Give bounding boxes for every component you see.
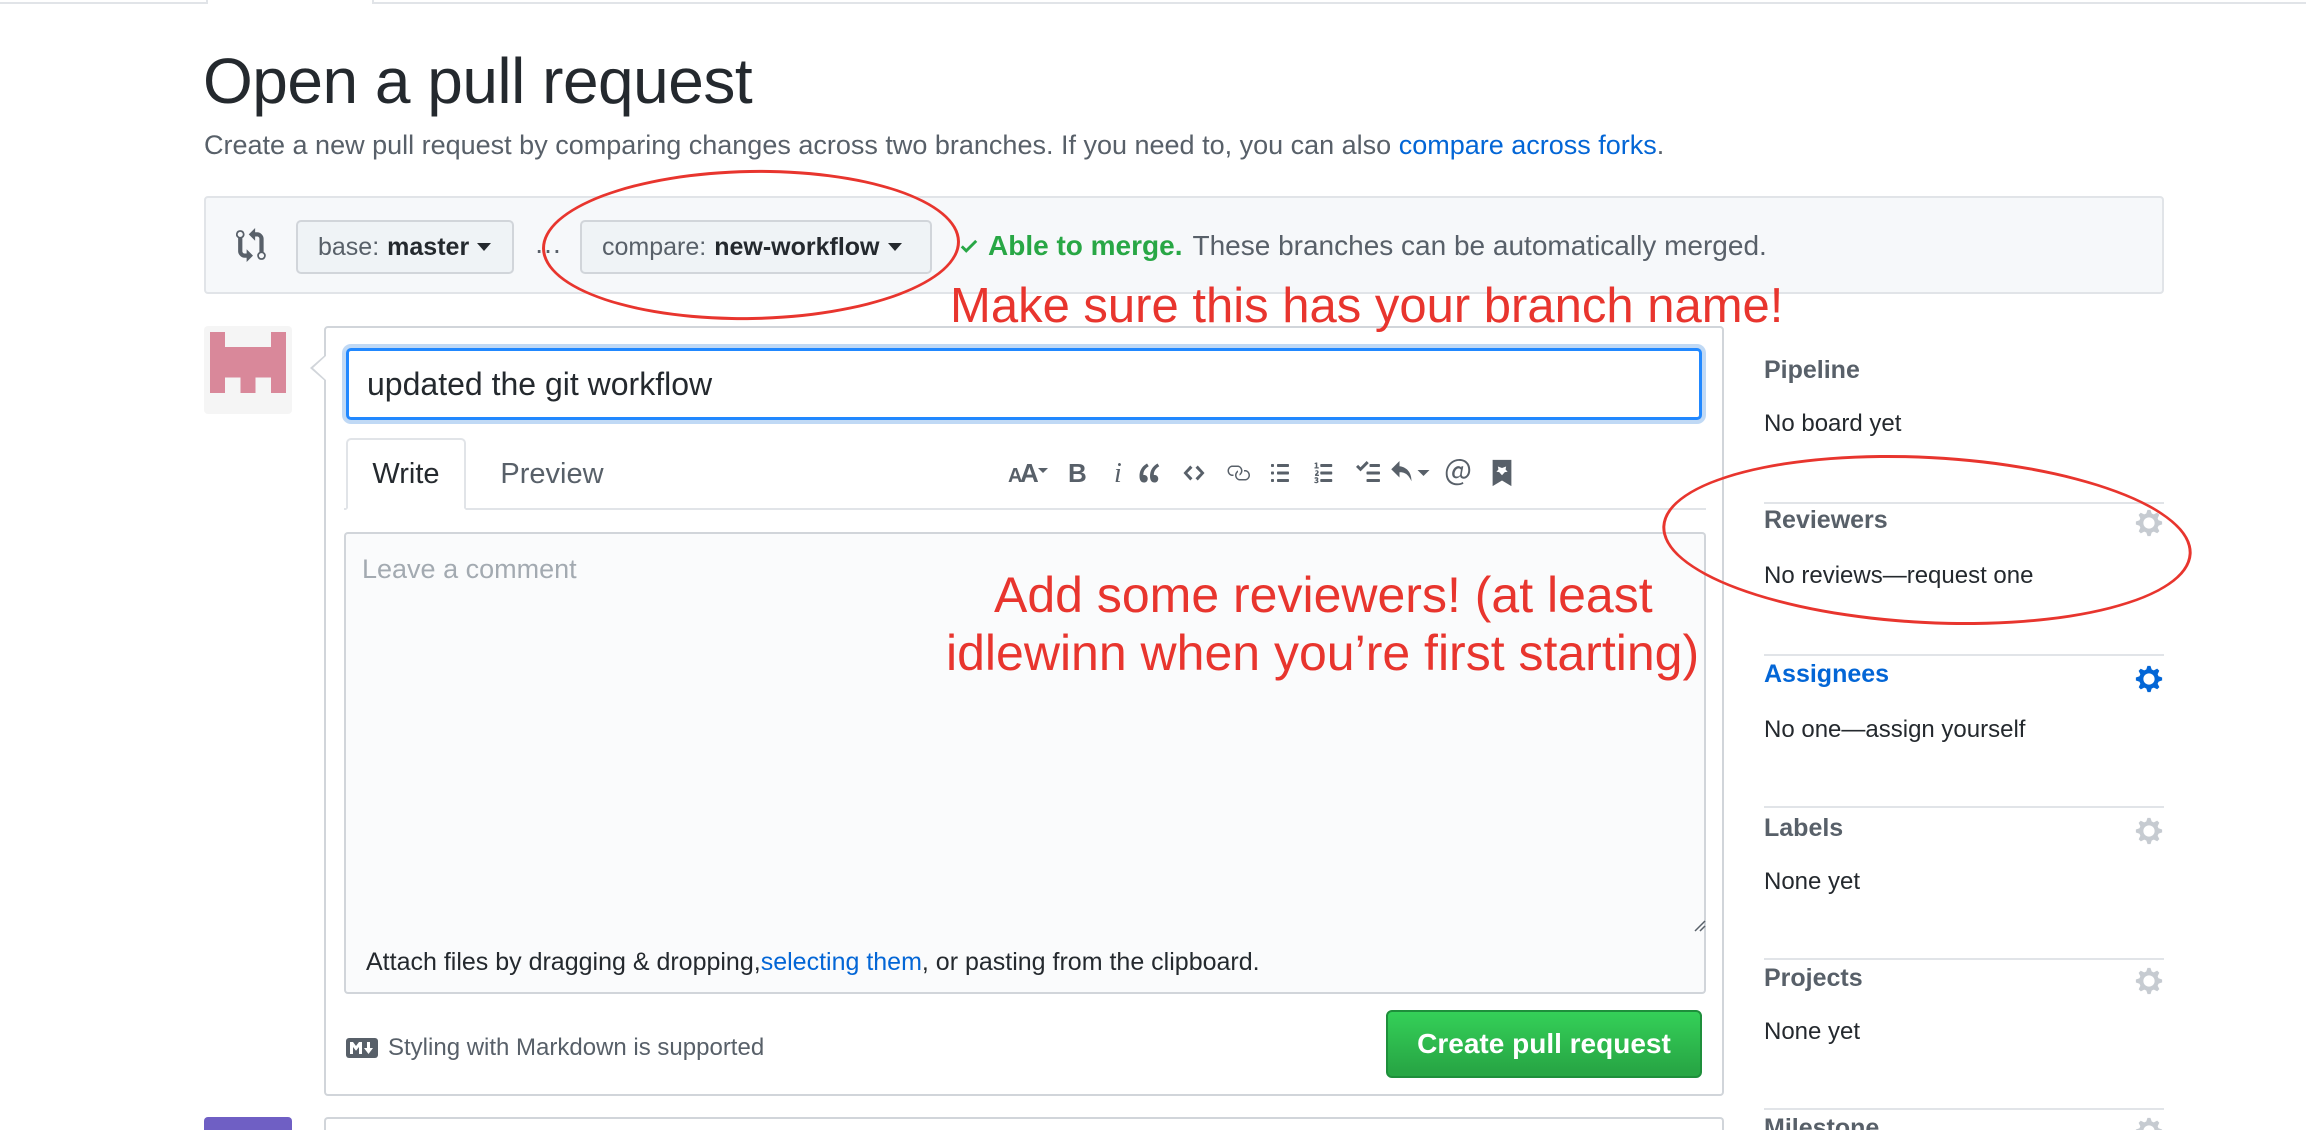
base-branch-select[interactable]: base: master [296,220,514,274]
sidebar-projects-label: Projects [1764,964,1863,992]
text-size-icon[interactable]: AA [1002,451,1054,495]
sidebar-pipeline-label: Pipeline [1764,356,1860,384]
mention-icon[interactable] [1436,451,1480,495]
base-branch-name: master [387,232,470,261]
svg-text:i: i [1114,460,1122,486]
quote-icon[interactable] [1128,451,1172,495]
create-pull-request-button[interactable]: Create pull request [1386,1010,1702,1078]
divider [1764,1108,2164,1110]
annotation-ellipse-reviewers [1657,442,2197,638]
subtitle-text: Create a new pull request by comparing c… [204,130,1399,160]
base-prefix: base: [318,232,380,261]
gear-icon[interactable] [2134,664,2164,694]
divider [1764,654,2164,656]
sidebar-assignees-value: No one—assign yourself [1764,716,2026,743]
numbered-list-icon[interactable] [1302,451,1346,495]
gear-icon[interactable] [2134,1116,2164,1130]
gear-icon[interactable] [2134,816,2164,846]
svg-text:A: A [1020,458,1039,488]
markdown-icon [346,1038,378,1058]
chevron-down-icon [477,243,492,251]
code-icon[interactable] [1172,451,1216,495]
reply-icon[interactable] [1384,451,1436,495]
attach-prefix: Attach files by dragging & dropping, [366,947,761,976]
annotation-reviewers-line1: Add some reviewers! (at least [994,567,1653,623]
svg-text:B: B [1068,460,1086,486]
gear-icon[interactable] [2134,966,2164,996]
toolbar-group-lists [1258,448,1390,498]
merge-status: Able to merge. These branches can be aut… [958,230,1767,262]
attach-files-bar[interactable]: Attach files by dragging & dropping, sel… [344,932,1706,994]
sidebar-assignees-label: Assignees [1764,660,1890,688]
divider [1764,958,2164,960]
merge-text: These branches can be automatically merg… [1192,230,1767,261]
selecting-them-link[interactable]: selecting them [761,948,922,977]
attach-suffix: , or pasting from the clipboard. [921,947,1260,976]
tab-preview[interactable]: Preview [482,438,622,510]
resize-grip-icon[interactable] [1692,918,1706,932]
git-compare-icon [236,228,270,262]
saved-reply-icon[interactable] [1480,451,1524,495]
check-icon [960,239,978,253]
top-nav-rule [0,0,2306,4]
tab-write[interactable]: Write [346,438,466,510]
compare-across-forks-link[interactable]: compare across forks [1399,130,1657,160]
divider [1764,806,2164,808]
avatar [204,1117,292,1130]
annotation-ellipse-branch [540,166,962,324]
bold-icon[interactable]: B [1054,451,1098,495]
pull-request-composer: Write Preview AA B i Attach files by dra… [310,326,1724,1096]
sidebar-labels-label: Labels [1764,814,1844,842]
next-panel [324,1117,1724,1130]
annotation-reviewers-line2: idlewinn when you’re first starting) [946,625,1700,681]
pr-title-input[interactable] [346,348,1702,420]
sidebar-projects-value: None yet [1764,1018,1861,1045]
toolbar-group-text: AA B i [1002,448,1142,498]
markdown-note[interactable]: Styling with Markdown is supported [346,1034,764,1062]
active-nav-tab[interactable] [206,0,374,4]
merge-ok-label: Able to merge. [988,230,1183,261]
toolbar-group-extras [1384,448,1524,498]
sidebar-milestone-label: Milestone [1764,1114,1880,1130]
sidebar-labels-value: None yet [1764,868,1861,895]
page-subtitle: Create a new pull request by comparing c… [204,130,1664,161]
merge-ok-status: Able to merge. [958,230,1182,262]
subtitle-end: . [1656,130,1665,160]
sidebar-pipeline-value: No board yet [1764,410,1902,437]
link-icon[interactable] [1216,451,1260,495]
bullet-list-icon[interactable] [1258,451,1302,495]
avatar[interactable] [204,326,292,414]
page-title: Open a pull request [203,45,753,117]
toolbar-group-insert [1128,448,1260,498]
markdown-note-label: Styling with Markdown is supported [388,1034,765,1061]
annotation-branch-note: Make sure this has your branch name! [950,279,1784,333]
